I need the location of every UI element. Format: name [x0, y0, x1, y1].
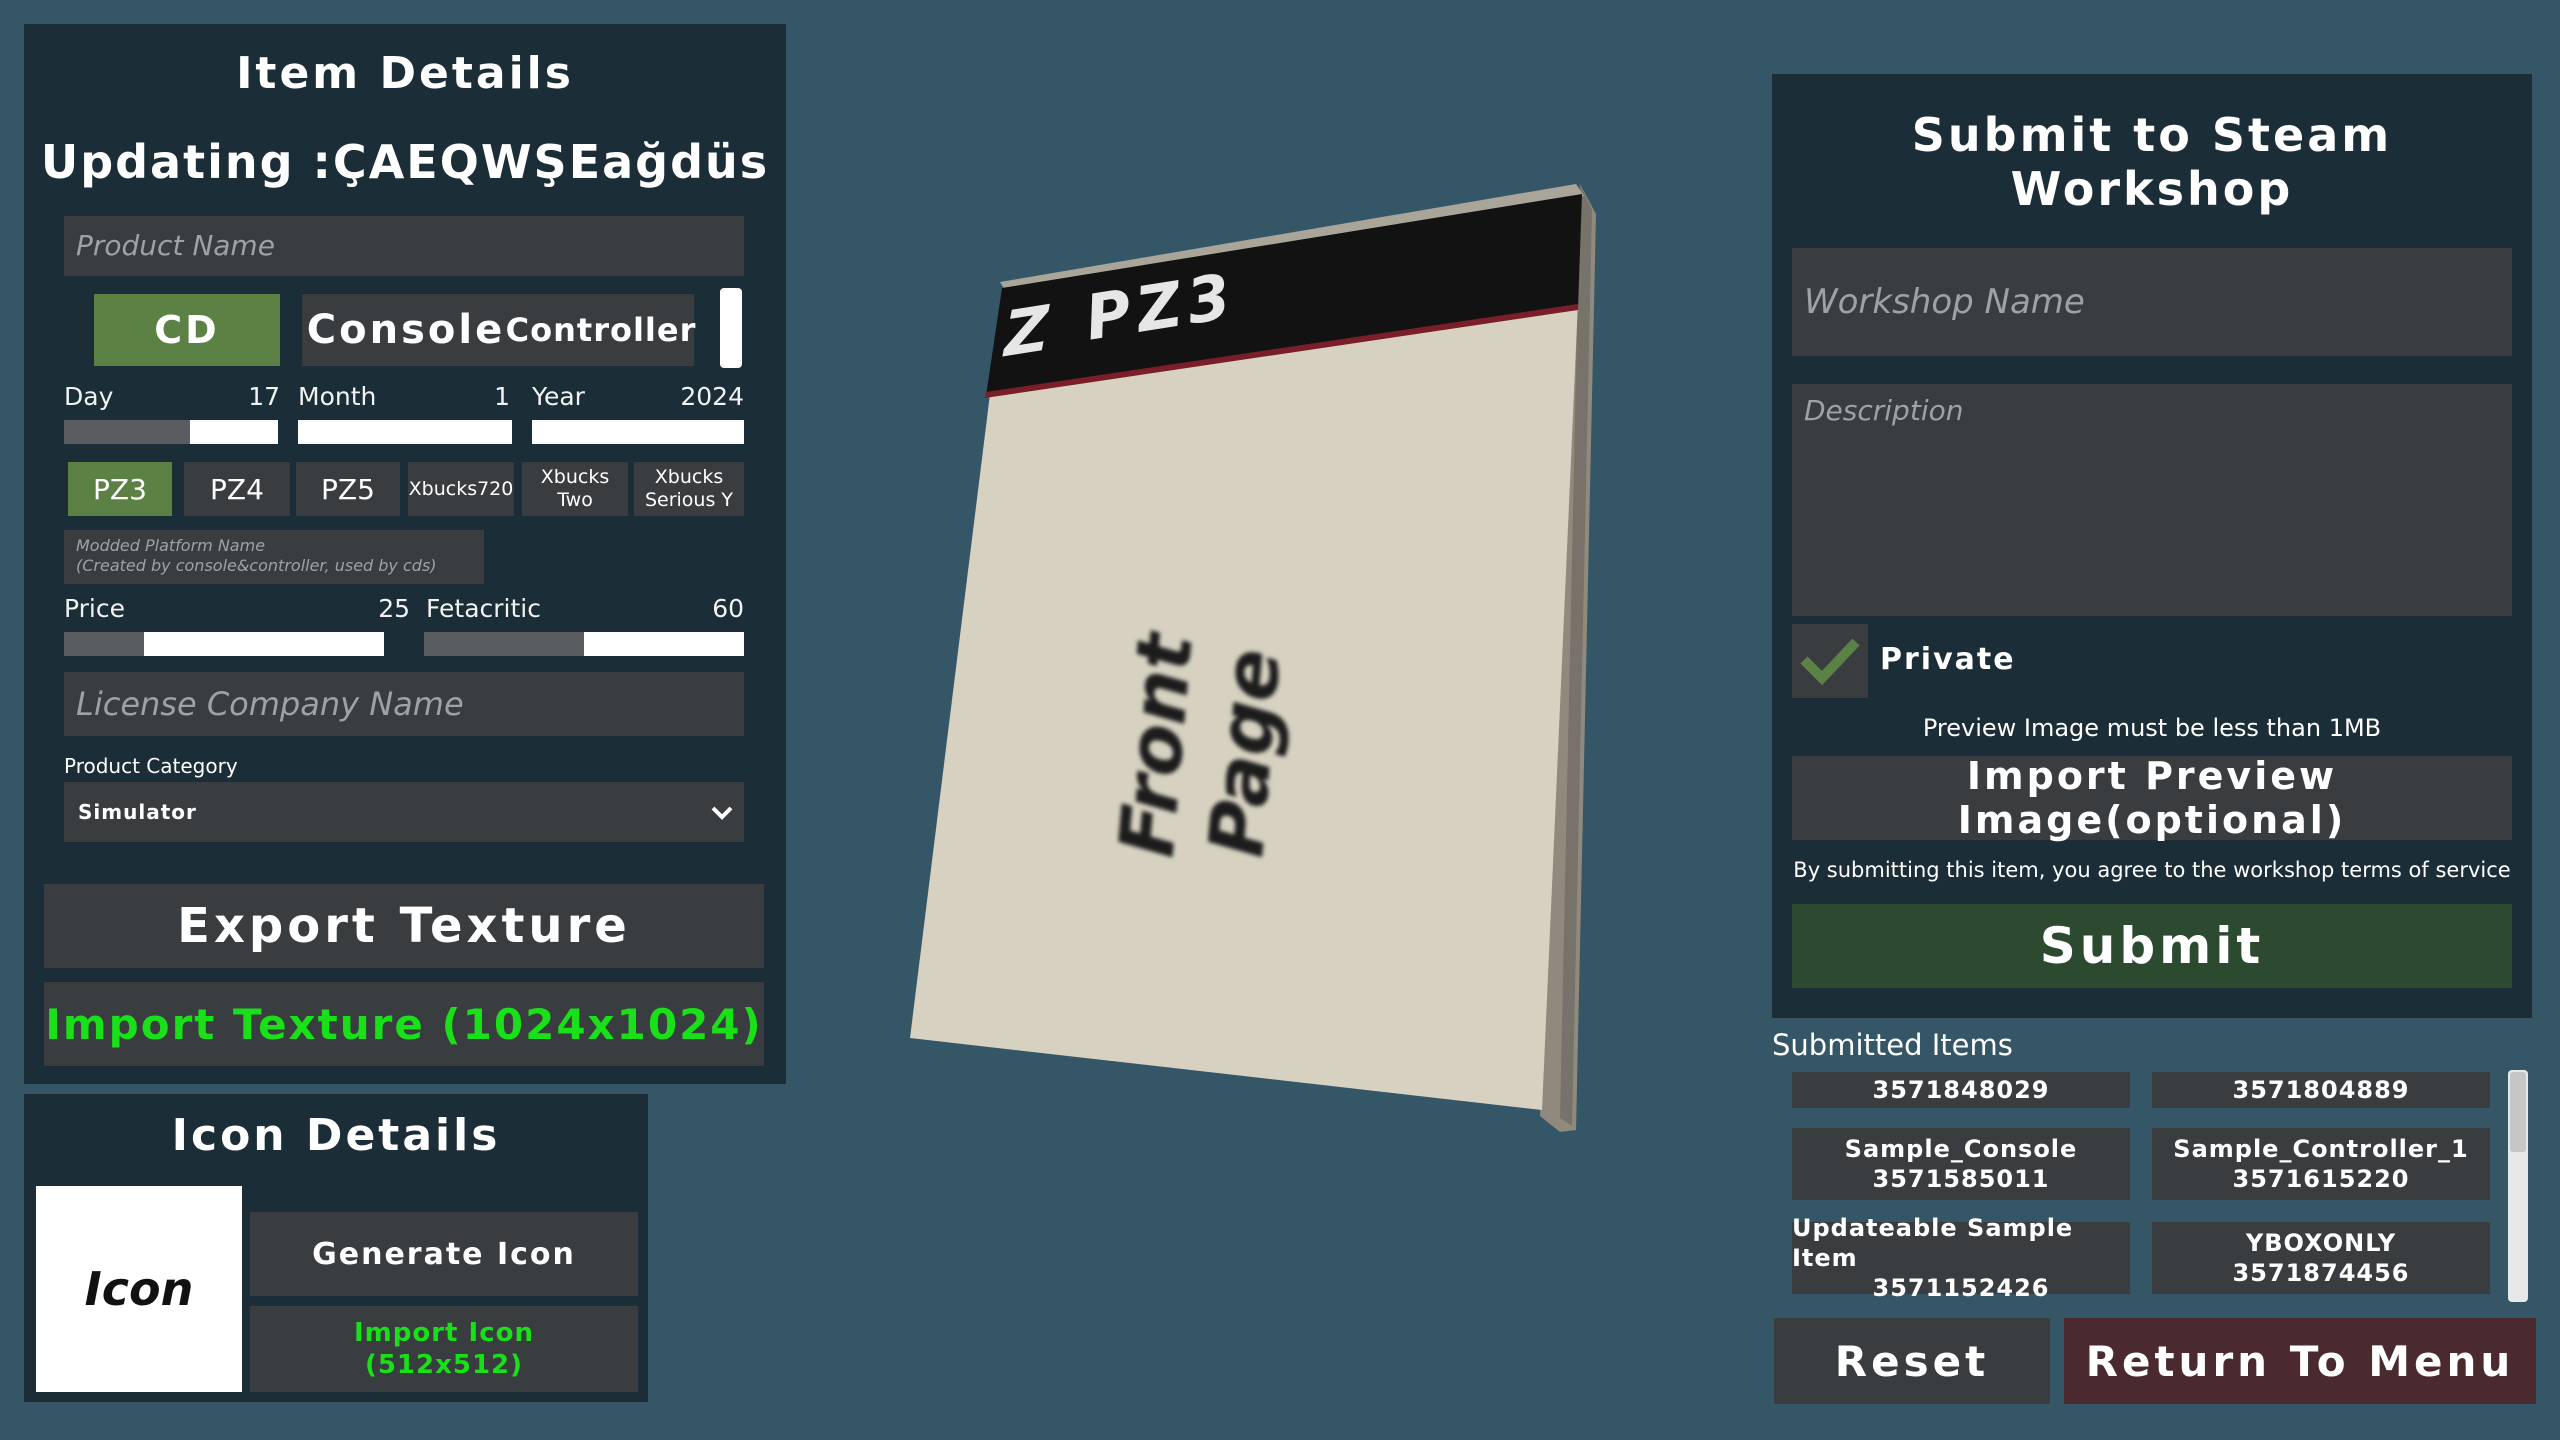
modded-platform-input[interactable]: Modded Platform Name (Created by console… [64, 530, 484, 584]
terms-note: By submitting this item, you agree to th… [1793, 858, 2511, 882]
platform-pz4-button[interactable]: PZ4 [184, 462, 290, 516]
export-texture-button[interactable]: Export Texture [44, 884, 764, 968]
fetacritic-label: Fetacritic [426, 594, 541, 623]
submitted-item-name: Sample_Controller_1 [2173, 1135, 2469, 1163]
platform-pz5-button[interactable]: PZ5 [296, 462, 400, 516]
year-slider-fill [532, 420, 744, 444]
product-category-label: Product Category [64, 754, 238, 778]
submitted-item-id: 3571874456 [2232, 1259, 2410, 1287]
modded-platform-placeholder: Modded Platform Name [76, 536, 266, 555]
workshop-title: Submit to Steam Workshop [1911, 108, 2393, 216]
description-input[interactable]: Description [1792, 384, 2512, 616]
item-details-panel: Item Details Updating :ÇAEQWŞEağdüs Prod… [24, 24, 786, 1084]
import-icon-label: Import Icon [354, 1318, 534, 1348]
year-value: 2024 [680, 382, 744, 411]
import-icon-button[interactable]: Import Icon (512x512) [250, 1306, 638, 1392]
submitted-item-name: Sample_Console [1844, 1135, 2078, 1163]
submitted-item-name: YBOXONLY [2245, 1229, 2397, 1257]
platform-xbucks720-button[interactable]: Xbucks720 [408, 462, 514, 516]
import-icon-size: (512x512) [364, 1350, 524, 1380]
license-company-input[interactable]: License Company Name [64, 672, 744, 736]
month-value: 1 [494, 382, 510, 411]
reset-button[interactable]: Reset [1774, 1318, 2050, 1404]
submitted-item-id: 3571152426 [1872, 1274, 2050, 1302]
private-checkbox[interactable] [1792, 624, 1868, 698]
platform-xbucks-two-button[interactable]: Xbucks Two [522, 462, 628, 516]
submitted-item[interactable]: 3571804889 [2152, 1072, 2490, 1108]
submitted-item-id: 3571585011 [1872, 1165, 2050, 1193]
workshop-name-input[interactable]: Workshop Name [1792, 248, 2512, 356]
price-label: Price [64, 594, 125, 623]
updating-label: Updating :ÇAEQWŞEağdüs [40, 135, 770, 189]
icon-preview-text: Icon [84, 1262, 194, 1316]
type-cd-button[interactable]: CD [94, 294, 280, 366]
return-to-menu-button[interactable]: Return To Menu [2064, 1318, 2536, 1404]
scrollbar-thumb[interactable] [2510, 1072, 2526, 1152]
day-label: Day [64, 382, 114, 411]
chevron-down-icon [711, 806, 733, 820]
product-category-value: Simulator [78, 800, 197, 824]
import-preview-button[interactable]: Import Preview Image(optional) [1792, 754, 2512, 842]
day-value: 17 [248, 382, 280, 411]
submitted-item-id: 3571615220 [2232, 1165, 2410, 1193]
price-slider-fill [144, 632, 384, 656]
submitted-item[interactable]: Updateable Sample Item 3571152426 [1792, 1214, 2130, 1302]
icon-details-title: Icon Details [171, 1109, 501, 1161]
platform-xbucks-serious-y-button[interactable]: Xbucks Serious Y [634, 462, 744, 516]
submitted-items-scrollbar[interactable] [2508, 1070, 2528, 1302]
generate-icon-button[interactable]: Generate Icon [250, 1212, 638, 1296]
month-label: Month [298, 382, 377, 411]
type-console-button[interactable]: Console [302, 294, 510, 366]
submitted-item-name: 3571848029 [1872, 1076, 2050, 1104]
import-texture-button[interactable]: Import Texture (1024x1024) [44, 982, 764, 1066]
month-slider[interactable] [298, 420, 512, 444]
submitted-item[interactable]: 3571848029 [1792, 1072, 2130, 1108]
fetacritic-slider[interactable] [424, 632, 744, 656]
month-slider-fill [298, 420, 512, 444]
year-slider[interactable] [532, 420, 744, 444]
day-slider[interactable] [64, 420, 278, 444]
product-name-input[interactable]: Product Name [64, 216, 744, 276]
submitted-items-title: Submitted Items [1772, 1028, 2013, 1062]
price-slider[interactable] [64, 632, 384, 656]
box-logo-icon: Z [1004, 291, 1049, 372]
icon-details-panel: Icon Details Icon Generate Icon Import I… [24, 1094, 648, 1402]
fetacritic-slider-fill [584, 632, 744, 656]
box-front-page-text: Front Page [1101, 629, 1298, 861]
year-label: Year [532, 382, 585, 411]
icon-preview: Icon [36, 1186, 242, 1392]
checkmark-icon [1800, 638, 1860, 686]
product-category-dropdown[interactable]: Simulator [64, 782, 744, 842]
fetacritic-value: 60 [712, 594, 744, 623]
type-controller-button[interactable]: Controller [506, 294, 695, 366]
item-details-title: Item Details [236, 47, 574, 99]
workshop-panel: Submit to Steam Workshop Workshop Name D… [1772, 74, 2532, 1018]
day-slider-fill [190, 420, 278, 444]
submitted-item-name: Updateable Sample Item [1792, 1214, 2074, 1272]
submitted-item[interactable]: Sample_Console 3571585011 [1792, 1128, 2130, 1200]
submitted-item-name: 3571804889 [2232, 1076, 2410, 1104]
preview-image-note: Preview Image must be less than 1MB [1922, 714, 2382, 742]
price-value: 25 [378, 594, 410, 623]
submitted-item[interactable]: YBOXONLY 3571874456 [2152, 1222, 2490, 1294]
type-scrollbar[interactable] [720, 288, 742, 368]
submitted-item[interactable]: Sample_Controller_1 3571615220 [2152, 1128, 2490, 1200]
platform-pz3-button[interactable]: PZ3 [68, 462, 172, 516]
private-label: Private [1880, 642, 2016, 677]
modded-platform-hint: (Created by console&controller, used by … [76, 556, 437, 575]
submit-button[interactable]: Submit [1792, 904, 2512, 988]
